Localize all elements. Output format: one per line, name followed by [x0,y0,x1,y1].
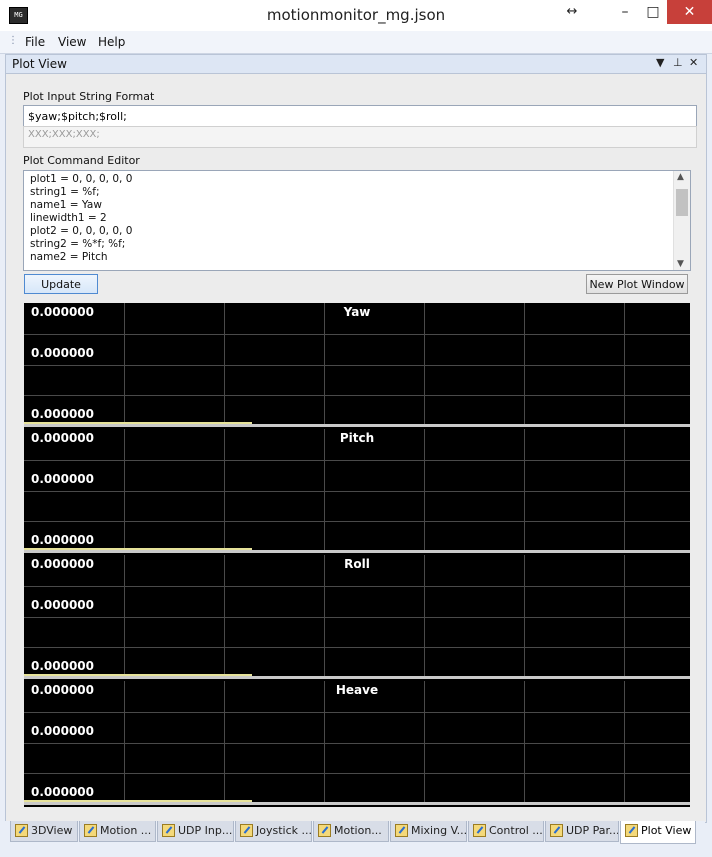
update-button[interactable]: Update [24,274,98,294]
plot-area: Yaw 0.000000 0.000000 0.000000 Pitch 0.0… [24,303,690,807]
bottom-tab-bar: 3DView Motion ... UDP Inp... Joystick ..… [5,821,705,845]
tab-label: Motion... [334,824,382,837]
plot-mid-value: 0.000000 [31,346,95,360]
menu-bar: ⋮ File View Help [0,31,712,54]
plot-min-value: 0.000000 [31,785,95,799]
tab-label: Control ... [489,824,543,837]
panel-close-icon[interactable]: ✕ [689,56,698,69]
plot-max-value: 0.000000 [31,431,95,445]
plot-grid [24,681,690,802]
close-window-button[interactable]: ✕ [667,0,712,24]
pencil-icon [84,824,97,837]
tab-label: Mixing V... [411,824,467,837]
tab-udp-input[interactable]: UDP Inp... [157,821,234,842]
plot-title: Yaw [343,305,371,319]
menu-file[interactable]: File [25,35,45,49]
plot-mid-value: 0.000000 [31,598,95,612]
format-preview: XXX;XXX;XXX; [23,126,697,148]
tab-label: UDP Par... [566,824,619,837]
tab-joystick[interactable]: Joystick ... [235,821,312,842]
command-editor[interactable]: plot1 = 0, 0, 0, 0, 0 string1 = %f; name… [23,170,691,271]
scroll-up-icon[interactable]: ▲ [677,172,684,182]
plot-pitch: Pitch 0.000000 0.000000 0.000000 [24,429,690,553]
resize-icon: ↔ [566,4,578,19]
minimize-button[interactable]: – [612,0,638,24]
plot-mid-value: 0.000000 [31,724,95,738]
plot-trace [24,422,252,424]
plot-title: Pitch [339,431,375,445]
tab-mixing[interactable]: Mixing V... [390,821,467,842]
panel-pin-icon[interactable]: ⊥ [673,56,683,69]
plot-roll: Roll 0.000000 0.000000 0.000000 [24,555,690,679]
format-input[interactable] [23,105,697,127]
panel-dropdown-icon[interactable]: ▼ [656,56,664,69]
editor-label: Plot Command Editor [23,154,140,167]
window-title: motionmonitor_mg.json [266,6,446,24]
scroll-thumb[interactable] [676,189,688,216]
editor-line: string2 = %*f; %f; [30,238,126,250]
tab-label: Plot View [641,824,692,837]
tab-label: UDP Inp... [178,824,233,837]
plot-title: Heave [335,683,379,697]
format-label: Plot Input String Format [23,90,155,103]
plot-heave: Heave 0.000000 0.000000 0.000000 [24,681,690,805]
plot-max-value: 0.000000 [31,557,95,571]
panel-header: Plot View ▼ ⊥ ✕ [6,55,706,74]
scroll-down-icon[interactable]: ▼ [677,259,684,269]
plot-view-panel: Plot View ▼ ⊥ ✕ Plot Input String Format… [5,54,707,823]
pencil-icon [240,824,253,837]
plot-trace [24,800,252,802]
grip-icon: ⋮ [8,35,18,46]
plot-grid [24,303,690,424]
plot-max-value: 0.000000 [31,683,95,697]
menu-view[interactable]: View [58,35,86,49]
tab-label: 3DView [31,824,73,837]
plot-yaw: Yaw 0.000000 0.000000 0.000000 [24,303,690,427]
editor-line: name2 = Pitch [30,251,108,263]
maximize-button[interactable]: □ [640,0,666,24]
tab-3dview[interactable]: 3DView [10,821,78,842]
plot-max-value: 0.000000 [31,305,95,319]
editor-line: plot2 = 0, 0, 0, 0, 0 [30,225,133,237]
editor-scrollbar[interactable]: ▲ ▼ [673,171,690,270]
tab-motion[interactable]: Motion ... [79,821,156,842]
editor-line: linewidth1 = 2 [30,212,107,224]
pencil-icon [162,824,175,837]
plot-min-value: 0.000000 [31,659,95,673]
tab-motion-2[interactable]: Motion... [313,821,389,842]
tab-control[interactable]: Control ... [468,821,544,842]
plot-trace [24,674,252,676]
tab-label: Motion ... [100,824,152,837]
panel-title: Plot View [12,57,67,71]
tab-label: Joystick ... [256,824,312,837]
pencil-icon [395,824,408,837]
plot-title: Roll [344,557,370,571]
editor-line: plot1 = 0, 0, 0, 0, 0 [30,173,133,185]
editor-line: name1 = Yaw [30,199,102,211]
menu-help[interactable]: Help [98,35,125,49]
plot-grid [24,555,690,676]
plot-grid [24,429,690,550]
editor-line: string1 = %f; [30,186,100,198]
plot-min-value: 0.000000 [31,407,95,421]
tab-udp-parameters[interactable]: UDP Par... [545,821,619,842]
pencil-icon [550,824,563,837]
plot-mid-value: 0.000000 [31,472,95,486]
pencil-icon [473,824,486,837]
pencil-icon [15,824,28,837]
pencil-icon [318,824,331,837]
plot-min-value: 0.000000 [31,533,95,547]
plot-trace [24,548,252,550]
pencil-icon [625,824,638,837]
tab-plot-view[interactable]: Plot View [620,821,696,844]
title-bar: MG motionmonitor_mg.json ↔ – □ ✕ [0,0,712,31]
new-plot-window-button[interactable]: New Plot Window [586,274,688,294]
